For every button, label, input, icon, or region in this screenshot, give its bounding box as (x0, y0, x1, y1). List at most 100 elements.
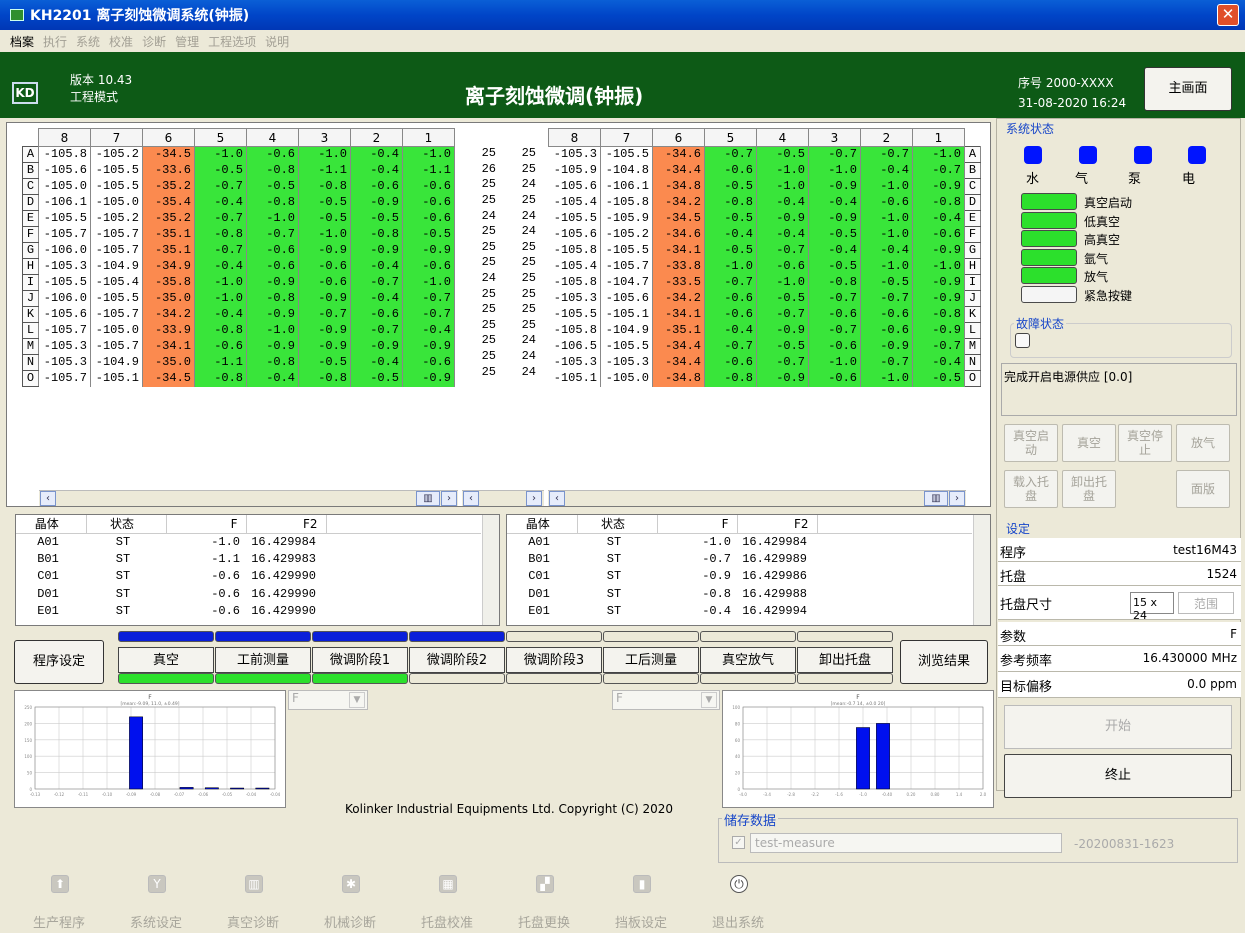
menu-manage[interactable]: 管理 (175, 33, 199, 50)
tray-change-icon[interactable]: ▞ (536, 875, 554, 893)
grid-cell[interactable]: -35.0 (142, 354, 195, 371)
grid-cell[interactable]: -0.6 (246, 146, 299, 163)
grid-cell[interactable]: -0.6 (704, 354, 757, 371)
grid-cell[interactable]: -34.5 (142, 146, 195, 163)
grid-cell[interactable]: -0.9 (402, 370, 455, 387)
grid-cell[interactable]: -1.0 (860, 258, 913, 275)
grid-cell[interactable]: -105.6 (548, 178, 601, 195)
grid-cell[interactable]: -0.9 (350, 194, 403, 211)
settings-icon[interactable]: Y (148, 875, 166, 893)
footer-label[interactable]: 挡板设定 (615, 912, 667, 931)
grid-cell[interactable]: -0.7 (704, 146, 757, 163)
grid-cell[interactable]: -1.1 (402, 162, 455, 179)
vacuum-button[interactable]: 真空 (1062, 424, 1116, 462)
grid-cell[interactable]: -1.0 (194, 274, 247, 291)
menu-calibrate[interactable]: 校准 (109, 33, 133, 50)
crystal-left-scrollbar[interactable] (482, 515, 499, 625)
grid-cell[interactable]: -0.6 (402, 178, 455, 195)
chevron-down-icon[interactable]: ▼ (349, 692, 365, 708)
grid-cell[interactable]: -0.4 (756, 194, 809, 211)
grid-cell[interactable]: -0.9 (756, 370, 809, 387)
grid-cell[interactable]: -0.4 (808, 194, 861, 211)
scroll-left-arrow-icon[interactable]: ‹ (549, 491, 565, 506)
footer-label[interactable]: 退出系统 (712, 912, 764, 931)
scroll-right-arrow-icon[interactable]: › (526, 491, 542, 506)
grid-cell[interactable]: -0.6 (912, 226, 965, 243)
chevron-down-icon[interactable]: ▼ (701, 692, 717, 708)
grid-cell[interactable]: -1.0 (298, 146, 351, 163)
crystal-row[interactable]: E01 ST -0.6 16.429990 (16, 602, 481, 619)
grid-cell[interactable]: -0.8 (912, 194, 965, 211)
grid-cell[interactable]: -105.6 (600, 290, 653, 307)
grid-cell[interactable]: -0.4 (912, 210, 965, 227)
param-select-left[interactable]: F ▼ (288, 690, 368, 710)
grid-cell[interactable]: -0.6 (860, 306, 913, 323)
grid-cell[interactable]: -0.7 (194, 242, 247, 259)
vacuum-start-button[interactable]: 真空启动 (1004, 424, 1058, 462)
grid-cell[interactable]: -1.0 (246, 210, 299, 227)
grid-cell[interactable]: -105.9 (548, 162, 601, 179)
grid-cell[interactable]: -105.4 (548, 194, 601, 211)
grid-cell[interactable]: -105.5 (600, 338, 653, 355)
grid-cell[interactable]: -0.4 (402, 322, 455, 339)
grid-cell[interactable]: -0.4 (350, 162, 403, 179)
scroll-right-arrow-icon[interactable]: › (949, 491, 965, 506)
grid-cell[interactable]: -35.4 (142, 194, 195, 211)
grid-cell[interactable]: -34.2 (652, 194, 705, 211)
grid-cell[interactable]: -0.7 (194, 210, 247, 227)
grid-cell[interactable]: -0.5 (704, 242, 757, 259)
grid-cell[interactable]: -1.0 (756, 274, 809, 291)
grid-cell[interactable]: -1.0 (860, 210, 913, 227)
grid-cell[interactable]: -1.0 (860, 178, 913, 195)
grid-cell[interactable]: -35.1 (142, 242, 195, 259)
grid-cell[interactable]: -0.5 (808, 226, 861, 243)
grid-cell[interactable]: -0.8 (704, 370, 757, 387)
crystal-row[interactable]: D01 ST -0.6 16.429990 (16, 585, 481, 602)
grid-cell[interactable]: -0.4 (350, 290, 403, 307)
grid-cell[interactable]: -0.4 (912, 354, 965, 371)
grid-cell[interactable]: -0.9 (808, 210, 861, 227)
grid-cell[interactable]: -0.7 (756, 306, 809, 323)
grid-cell[interactable]: -104.8 (600, 162, 653, 179)
grid-cell[interactable]: -105.7 (38, 370, 91, 387)
menu-diagnose[interactable]: 诊断 (142, 33, 166, 50)
footer-label[interactable]: 托盘更换 (518, 912, 570, 931)
grid-cell[interactable]: -0.8 (298, 178, 351, 195)
grid-cell[interactable]: -1.0 (704, 258, 757, 275)
vacuum-diag-icon[interactable]: ▥ (245, 875, 263, 893)
grid-cell[interactable]: -34.8 (652, 178, 705, 195)
grid-cell[interactable]: -0.8 (194, 370, 247, 387)
grid-cell[interactable]: -0.7 (704, 338, 757, 355)
menu-system[interactable]: 系统 (76, 33, 100, 50)
grid-cell[interactable]: -0.8 (246, 162, 299, 179)
grid-cell[interactable]: -1.0 (912, 258, 965, 275)
grid-cell[interactable]: -33.9 (142, 322, 195, 339)
grid-cell[interactable]: -0.8 (194, 226, 247, 243)
grid-cell[interactable]: -105.8 (548, 274, 601, 291)
grid-cell[interactable]: -0.7 (808, 290, 861, 307)
grid-cell[interactable]: -1.1 (298, 162, 351, 179)
grid-cell[interactable]: -0.6 (756, 258, 809, 275)
grid-cell[interactable]: -0.8 (704, 194, 757, 211)
grid-cell[interactable]: -0.4 (350, 146, 403, 163)
grid-cell[interactable]: -0.9 (912, 322, 965, 339)
grid-cell[interactable]: -0.9 (246, 274, 299, 291)
grid-cell[interactable]: -105.7 (90, 338, 143, 355)
grid-cell[interactable]: -0.7 (860, 146, 913, 163)
grid-cell[interactable]: -0.7 (350, 274, 403, 291)
grid-cell[interactable]: -0.4 (194, 194, 247, 211)
grid-cell[interactable]: -105.7 (600, 258, 653, 275)
storage-name-input[interactable]: test-measure (750, 833, 1062, 853)
menu-file[interactable]: 档案 (10, 33, 34, 50)
grid-cell[interactable]: -105.2 (600, 226, 653, 243)
grid-cell[interactable]: -105.5 (90, 178, 143, 195)
grid-cell[interactable]: -0.9 (298, 338, 351, 355)
grid-cell[interactable]: -105.2 (90, 146, 143, 163)
grid-cell[interactable]: -105.5 (90, 162, 143, 179)
grid-cell[interactable]: -0.7 (402, 290, 455, 307)
grid-cell[interactable]: -0.5 (298, 194, 351, 211)
grid-cell[interactable]: -105.8 (548, 242, 601, 259)
grid-cell[interactable]: -105.7 (38, 226, 91, 243)
panel-button[interactable]: 面版 (1176, 470, 1230, 508)
grid-cell[interactable]: -0.7 (860, 290, 913, 307)
